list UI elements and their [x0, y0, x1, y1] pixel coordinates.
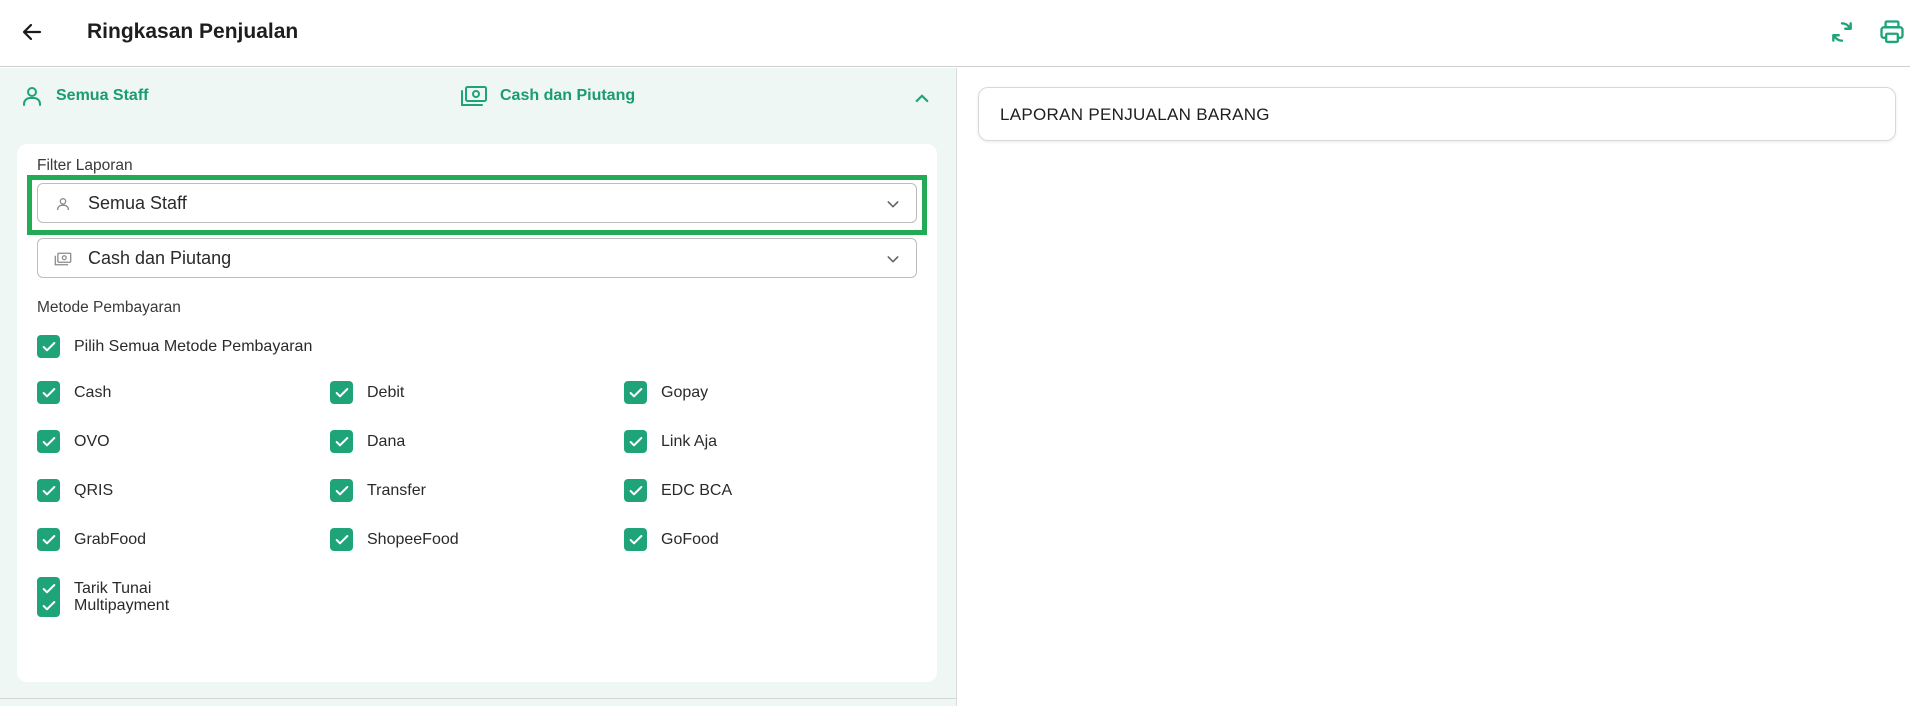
payment-method-checkbox[interactable]: Link Aja — [624, 430, 717, 453]
payment-methods-title: Metode Pembayaran — [37, 299, 181, 316]
multipayment-label: Multipayment — [74, 596, 170, 614]
money-icon — [461, 86, 487, 106]
report-card[interactable]: LAPORAN PENJUALAN BARANG — [978, 87, 1896, 141]
filter-card: Filter Laporan Semua Staff Cash dan Piut… — [17, 144, 937, 682]
report-title: LAPORAN PENJUALAN BARANG — [1000, 105, 1270, 124]
payment-method-checkbox[interactable]: Debit — [330, 381, 404, 404]
check-icon — [42, 600, 55, 610]
filter-summary-bar[interactable]: Semua Staff Cash dan Piutang — [0, 68, 957, 128]
filter-section-title: Filter Laporan — [37, 157, 133, 174]
checkbox-checked[interactable] — [624, 528, 647, 551]
check-icon — [335, 485, 348, 495]
summary-payment[interactable]: Cash dan Piutang — [460, 84, 635, 108]
payment-method-label: Debit — [367, 383, 405, 401]
payment-method-checkbox[interactable]: Gopay — [624, 381, 708, 404]
payment-method-label: Link Aja — [661, 432, 718, 450]
checkbox-checked[interactable] — [330, 479, 353, 502]
report-panel: LAPORAN PENJUALAN BARANG — [958, 68, 1910, 706]
payment-method-checkbox[interactable]: ShopeeFood — [330, 528, 459, 551]
payment-method-label: Dana — [367, 432, 406, 450]
chevron-down-icon — [884, 250, 902, 268]
top-app-bar: Ringkasan Penjualan — [0, 0, 1910, 67]
payment-method-checkbox[interactable]: GrabFood — [37, 528, 146, 551]
payment-method-label: GoFood — [661, 530, 719, 548]
check-icon — [629, 485, 642, 495]
print-button[interactable] — [1874, 14, 1910, 50]
checkbox-checked[interactable] — [37, 528, 60, 551]
summary-staff-label: Semua Staff — [56, 87, 149, 104]
payment-method-label: ShopeeFood — [367, 530, 459, 548]
chevron-up-icon — [915, 94, 929, 103]
check-icon — [42, 387, 55, 397]
printer-icon — [1880, 20, 1904, 44]
check-icon — [629, 436, 642, 446]
payment-method-label: QRIS — [74, 481, 114, 499]
checkbox-checked[interactable] — [37, 594, 60, 617]
payment-method-checkbox[interactable]: Transfer — [330, 479, 426, 502]
summary-staff[interactable]: Semua Staff — [20, 84, 148, 108]
check-icon — [42, 534, 55, 544]
checkbox-checked[interactable] — [624, 430, 647, 453]
payment-method-label: Cash — [74, 383, 112, 401]
payment-method-checkbox[interactable]: OVO — [37, 430, 110, 453]
page-title: Ringkasan Penjualan — [87, 20, 299, 43]
payment-method-checkbox[interactable]: QRIS — [37, 479, 113, 502]
check-icon — [42, 485, 55, 495]
check-icon — [335, 534, 348, 544]
chevron-down-icon — [884, 195, 902, 213]
filter-panel: Semua Staff Cash dan Piutang Filter Lapo… — [0, 68, 957, 706]
divider — [0, 698, 957, 699]
staff-dropdown[interactable]: Semua Staff — [37, 183, 917, 223]
user-icon — [23, 87, 41, 106]
back-button[interactable] — [14, 14, 50, 50]
collapse-button[interactable] — [908, 84, 936, 112]
money-icon — [54, 250, 72, 268]
checkbox-checked[interactable] — [330, 430, 353, 453]
payment-method-checkbox[interactable]: Cash — [37, 381, 111, 404]
checkbox-checked[interactable] — [330, 528, 353, 551]
payment-method-label: OVO — [74, 432, 110, 450]
check-icon — [42, 341, 55, 351]
check-icon — [335, 436, 348, 446]
payment-method-checkbox[interactable]: Dana — [330, 430, 405, 453]
checkbox-checked[interactable] — [37, 381, 60, 404]
check-icon — [42, 436, 55, 446]
payment-method-label: GrabFood — [74, 530, 147, 548]
arrow-left-icon — [22, 23, 42, 41]
check-icon — [335, 387, 348, 397]
user-icon — [54, 195, 72, 213]
payment-method-label: Transfer — [367, 481, 426, 499]
checkbox-checked[interactable] — [37, 479, 60, 502]
checkbox-checked[interactable] — [624, 381, 647, 404]
summary-payment-label: Cash dan Piutang — [500, 87, 636, 104]
payment-method-checkbox[interactable]: EDC BCA — [624, 479, 732, 502]
select-all-label: Pilih Semua Metode Pembayaran — [74, 337, 313, 355]
multipayment-checkbox[interactable]: Multipayment — [37, 594, 169, 617]
payment-method-checkbox[interactable]: GoFood — [624, 528, 719, 551]
payment-type-dropdown-value: Cash dan Piutang — [88, 248, 232, 268]
checkbox-checked[interactable] — [624, 479, 647, 502]
checkbox-checked[interactable] — [37, 335, 60, 358]
payment-method-label: Gopay — [661, 383, 709, 401]
check-icon — [629, 534, 642, 544]
staff-dropdown-value: Semua Staff — [88, 193, 187, 213]
checkbox-checked[interactable] — [330, 381, 353, 404]
refresh-icon — [1832, 22, 1852, 42]
select-all-checkbox[interactable]: Pilih Semua Metode Pembayaran — [37, 335, 312, 358]
checkbox-checked[interactable] — [37, 430, 60, 453]
payment-type-dropdown[interactable]: Cash dan Piutang — [37, 238, 917, 278]
payment-method-label: EDC BCA — [661, 481, 733, 499]
refresh-button[interactable] — [1824, 14, 1860, 50]
check-icon — [629, 387, 642, 397]
